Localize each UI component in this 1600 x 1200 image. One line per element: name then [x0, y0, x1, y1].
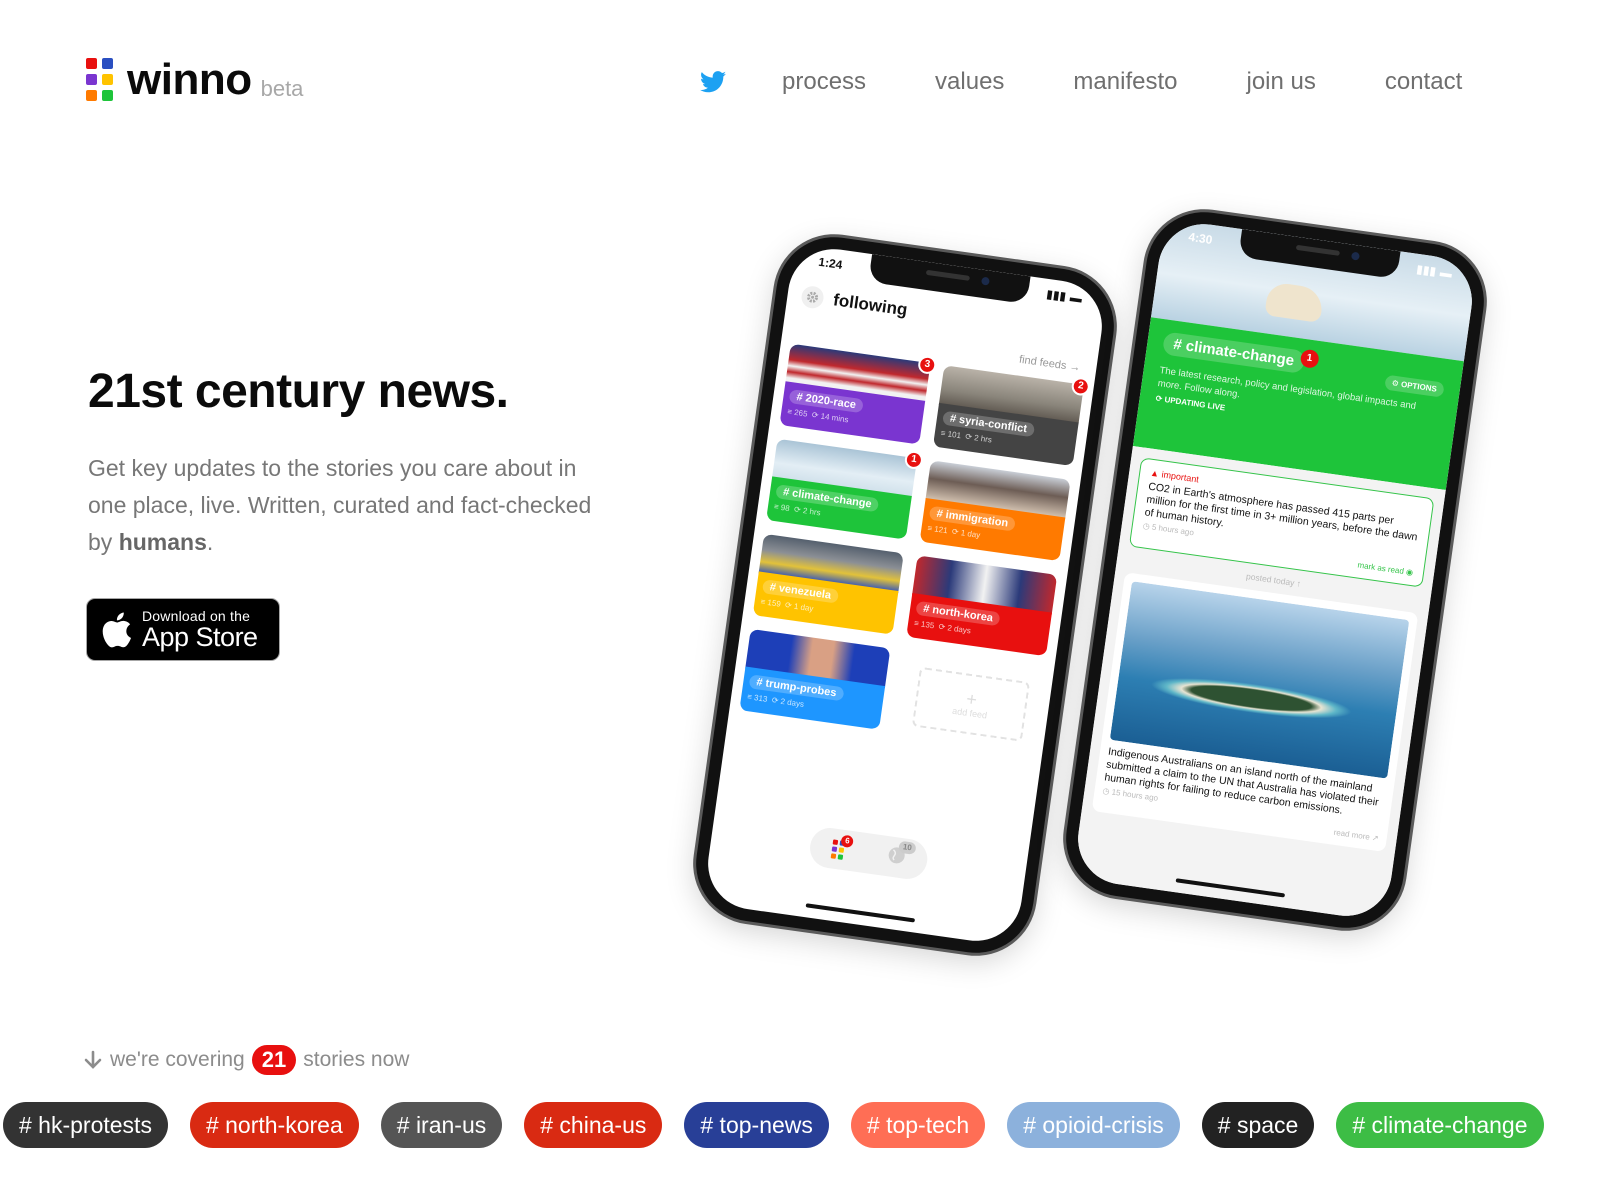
story-tag[interactable]: # china-us: [524, 1102, 663, 1148]
feed-tag-badge: 1: [1299, 348, 1320, 369]
app-store-small-label: Download on the: [142, 607, 251, 624]
signal-icon: ▮▮▮: [1045, 286, 1068, 304]
nav-link-process[interactable]: process: [782, 64, 866, 100]
phone-mockup-following: 1:24 ▮▮▮ ▬ following find feeds → # 2020-…: [688, 229, 1122, 961]
covering-summary: we're covering 21 stories now: [84, 1045, 409, 1075]
story-tag[interactable]: # space: [1201, 1102, 1315, 1148]
status-time: 1:24: [817, 254, 844, 273]
feed-card[interactable]: # 2020-race ≡ 265 ⟳ 14 mins 3: [779, 343, 938, 445]
story-tag[interactable]: # top-news: [684, 1102, 829, 1148]
plus-icon: +: [965, 688, 979, 710]
tab-feeds-badge: 6: [840, 834, 855, 848]
covering-prefix: we're covering: [110, 1048, 245, 1071]
polar-bear-image: [1264, 281, 1325, 323]
story-tag[interactable]: # hk-protests: [3, 1102, 168, 1148]
hero-subtitle: Get key updates to the stories you care …: [88, 450, 608, 561]
options-button[interactable]: ⚙ OPTIONS: [1383, 374, 1445, 398]
feed-card-updated: 14 mins: [820, 411, 850, 425]
twitter-icon[interactable]: [700, 71, 726, 93]
settings-gear-icon[interactable]: [800, 284, 825, 310]
story-tag[interactable]: # top-tech: [850, 1102, 986, 1148]
hero-subtitle-end: .: [206, 529, 214, 555]
home-indicator: [805, 903, 916, 923]
feed-card-count: 135: [920, 619, 935, 631]
battery-icon: ▬: [1439, 265, 1453, 281]
hero-subtitle-bold: humans: [118, 529, 207, 555]
signal-icon: ▮▮▮: [1415, 261, 1438, 279]
feed-card[interactable]: # venezuela ≡ 159 ⟳ 1 day: [752, 533, 904, 635]
story-tag[interactable]: # iran-us: [380, 1102, 503, 1148]
nav-link-values[interactable]: values: [935, 64, 1004, 100]
following-title: following: [832, 290, 909, 320]
brand-name: winno: [127, 55, 252, 104]
feed-tag-label: # climate-change: [1172, 335, 1296, 370]
feed-grid: # 2020-race ≡ 265 ⟳ 14 mins 3 # syria-confl…: [739, 343, 1091, 752]
feed-card[interactable]: # immigration ≡ 121 ⟳ 1 day: [919, 460, 1071, 562]
find-feeds-link[interactable]: find feeds →: [1018, 354, 1081, 374]
feed-card-count: 121: [933, 524, 949, 536]
phone-mockup-feed-detail: 4:30 ▮▮▮ ▬ # climate-change 1 ⚙ OPTIONS Th…: [1058, 204, 1492, 936]
phone-screen: 4:30 ▮▮▮ ▬ # climate-change 1 ⚙ OPTIONS Th…: [1072, 218, 1478, 922]
feed-card-updated: 2 hrs: [973, 433, 993, 445]
story-tag[interactable]: # climate-change: [1336, 1102, 1544, 1148]
logo-square: [86, 90, 97, 101]
feed-card-updated: 2 days: [780, 696, 805, 709]
island-image: [1109, 581, 1410, 779]
battery-icon: ▬: [1069, 290, 1083, 306]
logo-square: [102, 90, 113, 101]
tab-bar: 6 10: [807, 825, 930, 882]
app-store-big-label: App Store: [142, 621, 258, 652]
logo-grid-icon: [86, 58, 113, 101]
app-store-button[interactable]: Download on the App Store: [86, 598, 280, 661]
story-tag-list: # hk-protests # north-korea # iran-us # chi…: [3, 1102, 1566, 1148]
arrow-down-icon: [84, 1050, 102, 1069]
feed-card-count: 98: [780, 502, 791, 514]
phone-screen: 1:24 ▮▮▮ ▬ following find feeds → # 2020-…: [702, 243, 1108, 947]
main-nav: process values manifesto join us contact: [700, 64, 1462, 100]
feed-card-count: 313: [753, 693, 769, 704]
hero-title: 21st century news.: [88, 365, 509, 418]
feed-card-updated: 1 day: [793, 601, 815, 614]
feed-card[interactable]: # syria-conflict ≡ 101 ⟳ 2 hrs 2: [932, 365, 1091, 467]
feed-card-updated: 1 day: [960, 528, 981, 540]
story-count-badge: 21: [251, 1045, 297, 1075]
nav-link-contact[interactable]: contact: [1385, 64, 1462, 100]
nav-link-join-us[interactable]: join us: [1246, 64, 1315, 100]
feed-card-updated: 2 days: [946, 623, 972, 636]
tab-feeds[interactable]: 6: [830, 834, 855, 860]
feed-card-updated: 2 hrs: [802, 506, 822, 518]
feed-card[interactable]: # trump-probes ≡ 313 ⟳ 2 days: [739, 628, 891, 730]
feed-card[interactable]: # north-korea ≡ 135 ⟳ 2 days: [906, 555, 1058, 657]
feed-body: ▲ important CO2 in Earth's atmosphere ha…: [1072, 446, 1446, 922]
feed-card-count: 101: [947, 429, 962, 441]
nav-link-manifesto[interactable]: manifesto: [1073, 64, 1177, 100]
logo[interactable]: winno beta: [86, 58, 303, 102]
story-tag[interactable]: # opioid-crisis: [1007, 1102, 1180, 1148]
logo-square: [86, 58, 97, 69]
logo-square: [102, 74, 113, 85]
apple-icon: [102, 611, 132, 647]
add-feed-label: add feed: [951, 705, 988, 721]
story-tag[interactable]: # north-korea: [189, 1102, 359, 1148]
feed-card-count: 159: [766, 597, 782, 609]
story-card: Indigenous Australians on an island nort…: [1091, 572, 1419, 853]
tab-explore-badge: 10: [898, 840, 917, 855]
feed-card[interactable]: # climate-change ≡ 98 ⟳ 2 hrs 1: [766, 438, 925, 540]
options-label: OPTIONS: [1400, 379, 1438, 394]
beta-badge: beta: [260, 76, 304, 101]
logo-square: [86, 74, 97, 85]
tab-explore[interactable]: 10: [886, 840, 917, 870]
logo-square: [102, 58, 113, 69]
covering-suffix: stories now: [303, 1048, 410, 1071]
feed-card-count: 265: [793, 407, 809, 419]
add-feed-button[interactable]: + add feed: [911, 666, 1031, 742]
